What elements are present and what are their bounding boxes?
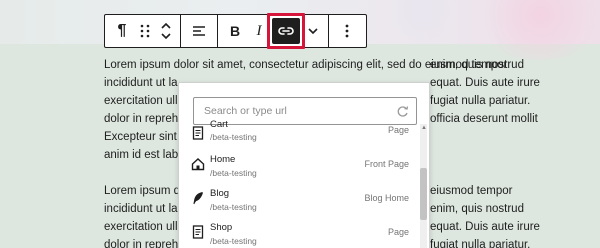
paragraph-line: equat. Duis aute irure: [430, 77, 540, 89]
move-up-down-icon[interactable]: [157, 15, 175, 47]
result-title: Shop: [210, 222, 233, 233]
link-highlight-box: [267, 13, 305, 49]
toolbar-divider: [328, 15, 329, 47]
result-title: Home: [210, 154, 236, 165]
paragraph-block[interactable]: Lorem ipsum do incididunt ut la exercita…: [104, 182, 184, 248]
paragraph-line: fugiat nulla pariatur.: [430, 95, 531, 107]
bold-button[interactable]: B: [224, 15, 246, 47]
paragraph-line: Lorem ipsum do: [104, 185, 184, 197]
flower-decoration: [470, 0, 600, 60]
paragraph-line: eiusmod tempor: [430, 185, 513, 197]
italic-button[interactable]: I: [249, 15, 269, 47]
paragraph-icon[interactable]: ¶: [111, 15, 133, 47]
more-chevron-icon[interactable]: [305, 15, 321, 47]
align-icon[interactable]: [187, 15, 211, 47]
paragraph-line: incididunt ut la: [104, 203, 178, 215]
paragraph-line: enim, quis nostrud: [430, 59, 524, 71]
block-toolbar: ¶ B I: [104, 14, 367, 48]
search-result-item[interactable]: Cart /beta-testing Page: [179, 119, 419, 154]
paragraph-block-right: eiusmod tempor enim, quis nostrud equat.…: [430, 182, 550, 248]
paragraph-line: officia deserunt mollit: [430, 113, 538, 125]
home-icon: [191, 158, 205, 171]
scroll-up-arrow-icon[interactable]: ▲: [421, 125, 427, 131]
result-type: Page: [387, 125, 409, 135]
search-result-item[interactable]: Home /beta-testing Front Page: [179, 151, 419, 185]
paragraph-line: dolor in repreh: [104, 239, 179, 248]
result-type: Front Page: [364, 159, 409, 169]
result-path: /beta-testing: [210, 202, 257, 212]
result-title: Blog: [210, 188, 230, 199]
toolbar-divider: [180, 15, 181, 47]
result-path: /beta-testing: [210, 236, 257, 246]
result-type: Blog Home: [364, 193, 409, 203]
page-icon: [192, 225, 204, 239]
paragraph-line: fugiat nulla pariatur.: [430, 239, 531, 248]
result-path: /beta-testing: [210, 168, 257, 178]
search-result-item[interactable]: Shop /beta-testing Page: [179, 219, 419, 248]
search-results-list: Cart /beta-testing Page Home /beta-testi…: [179, 117, 419, 248]
page-icon: [192, 126, 204, 140]
paragraph-line: enim, quis nostrud: [430, 203, 524, 215]
result-title: Cart: [210, 119, 228, 130]
paragraph-block-right: enim, quis nostrud equat. Duis aute irur…: [430, 56, 550, 128]
link-popover: Cart /beta-testing Page Home /beta-testi…: [178, 82, 430, 248]
flower-decoration: [380, 0, 470, 40]
feather-icon: [193, 191, 204, 205]
paragraph-line: exercitation ulla: [104, 221, 184, 233]
paragraph-line: equat. Duis aute irure: [430, 221, 540, 233]
drag-handle-icon[interactable]: [135, 15, 155, 47]
result-type: Page: [387, 227, 409, 237]
options-icon[interactable]: [335, 15, 359, 47]
search-result-item[interactable]: Blog /beta-testing Blog Home: [179, 185, 419, 219]
result-path: /beta-testing: [210, 132, 257, 142]
scrollbar-thumb[interactable]: [420, 168, 427, 220]
toolbar-divider: [217, 15, 218, 47]
